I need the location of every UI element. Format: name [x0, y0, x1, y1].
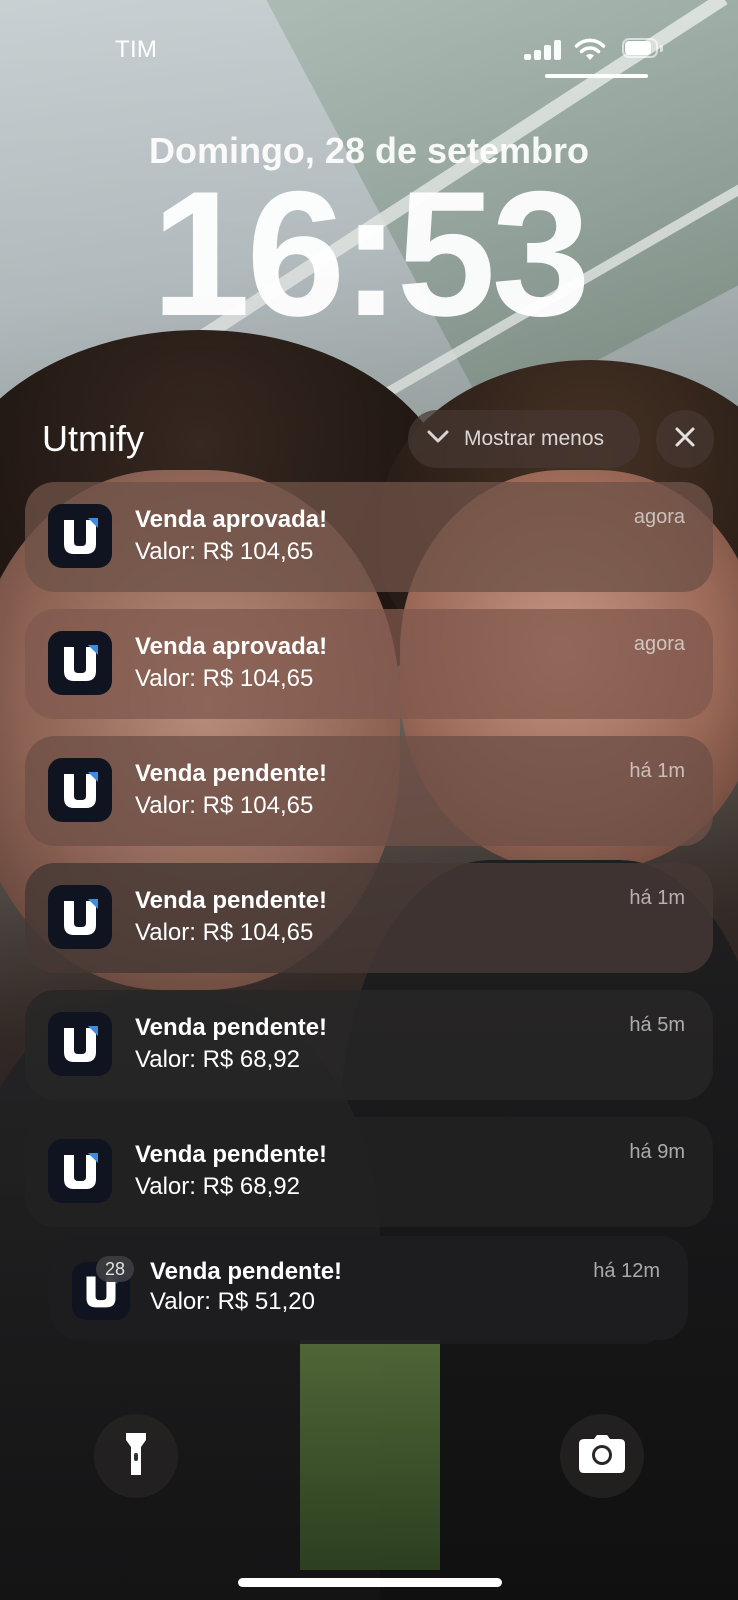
notification-time: há 1m: [629, 887, 685, 909]
notification-title: Venda aprovada!: [135, 633, 328, 660]
notification-card[interactable]: Venda pendente! Valor: R$ 68,92 há 9m: [25, 1117, 713, 1227]
notification-time: há 5m: [629, 1014, 685, 1036]
show-less-button[interactable]: Mostrar menos: [408, 410, 640, 468]
flashlight-button[interactable]: [94, 1414, 178, 1498]
notification-title: Venda pendente!: [135, 1014, 328, 1041]
notification-body: Valor: R$ 104,65: [135, 792, 314, 819]
control-center-indicator[interactable]: [545, 74, 648, 78]
notification-time: há 12m: [593, 1260, 660, 1282]
utmify-u-logo-icon: [48, 1012, 112, 1076]
notification-body: Valor: R$ 68,92: [135, 1173, 300, 1200]
camera-icon: [578, 1434, 626, 1478]
close-icon: [674, 426, 696, 453]
carrier-name: TIM: [115, 36, 158, 63]
utmify-u-logo-icon: [48, 1139, 112, 1203]
notification-body: Valor: R$ 104,65: [135, 538, 314, 565]
notification-card-stacked[interactable]: Venda pendente! Valor: R$ 51,20 há 12m: [50, 1236, 688, 1340]
notification-time: há 9m: [629, 1141, 685, 1163]
camera-button[interactable]: [560, 1414, 644, 1498]
notification-count-badge: 28: [96, 1256, 134, 1282]
notification-time: agora: [633, 506, 685, 528]
notification-card[interactable]: Venda pendente! Valor: R$ 104,65 há 1m: [25, 863, 713, 973]
utmify-u-logo-icon: [48, 631, 112, 695]
lock-clock: 16:53: [151, 154, 590, 353]
notification-body: Valor: R$ 104,65: [135, 919, 314, 946]
cellular-signal-icon: [524, 40, 562, 60]
home-indicator[interactable]: [238, 1578, 502, 1587]
notification-group-title: Utmify: [42, 418, 144, 459]
notification-card[interactable]: Venda pendente! Valor: R$ 104,65 há 1m: [25, 736, 713, 846]
notification-time: agora: [633, 633, 685, 655]
notification-title: Venda pendente!: [135, 1141, 328, 1168]
notification-title: Venda aprovada!: [135, 506, 328, 533]
chevron-down-icon: [426, 427, 450, 451]
wifi-icon: [574, 38, 606, 62]
clear-group-button[interactable]: [656, 410, 714, 468]
utmify-u-logo-icon: [48, 758, 112, 822]
notification-title: Venda pendente!: [135, 760, 328, 787]
battery-icon: [622, 38, 666, 60]
notification-body: Valor: R$ 68,92: [135, 1046, 300, 1073]
flashlight-icon: [122, 1431, 150, 1482]
notification-title: Venda pendente!: [150, 1258, 343, 1285]
show-less-label: Mostrar menos: [464, 427, 605, 450]
notification-time: há 1m: [629, 760, 685, 782]
notification-title: Venda pendente!: [135, 887, 328, 914]
notification-body: Valor: R$ 104,65: [135, 665, 314, 692]
notification-body: Valor: R$ 51,20: [150, 1288, 315, 1315]
notification-card[interactable]: Venda aprovada! Valor: R$ 104,65 agora: [25, 482, 713, 592]
utmify-u-logo-icon: [48, 885, 112, 949]
notification-card[interactable]: Venda aprovada! Valor: R$ 104,65 agora: [25, 609, 713, 719]
utmify-u-logo-icon: [48, 504, 112, 568]
notification-card[interactable]: Venda pendente! Valor: R$ 68,92 há 5m: [25, 990, 713, 1100]
